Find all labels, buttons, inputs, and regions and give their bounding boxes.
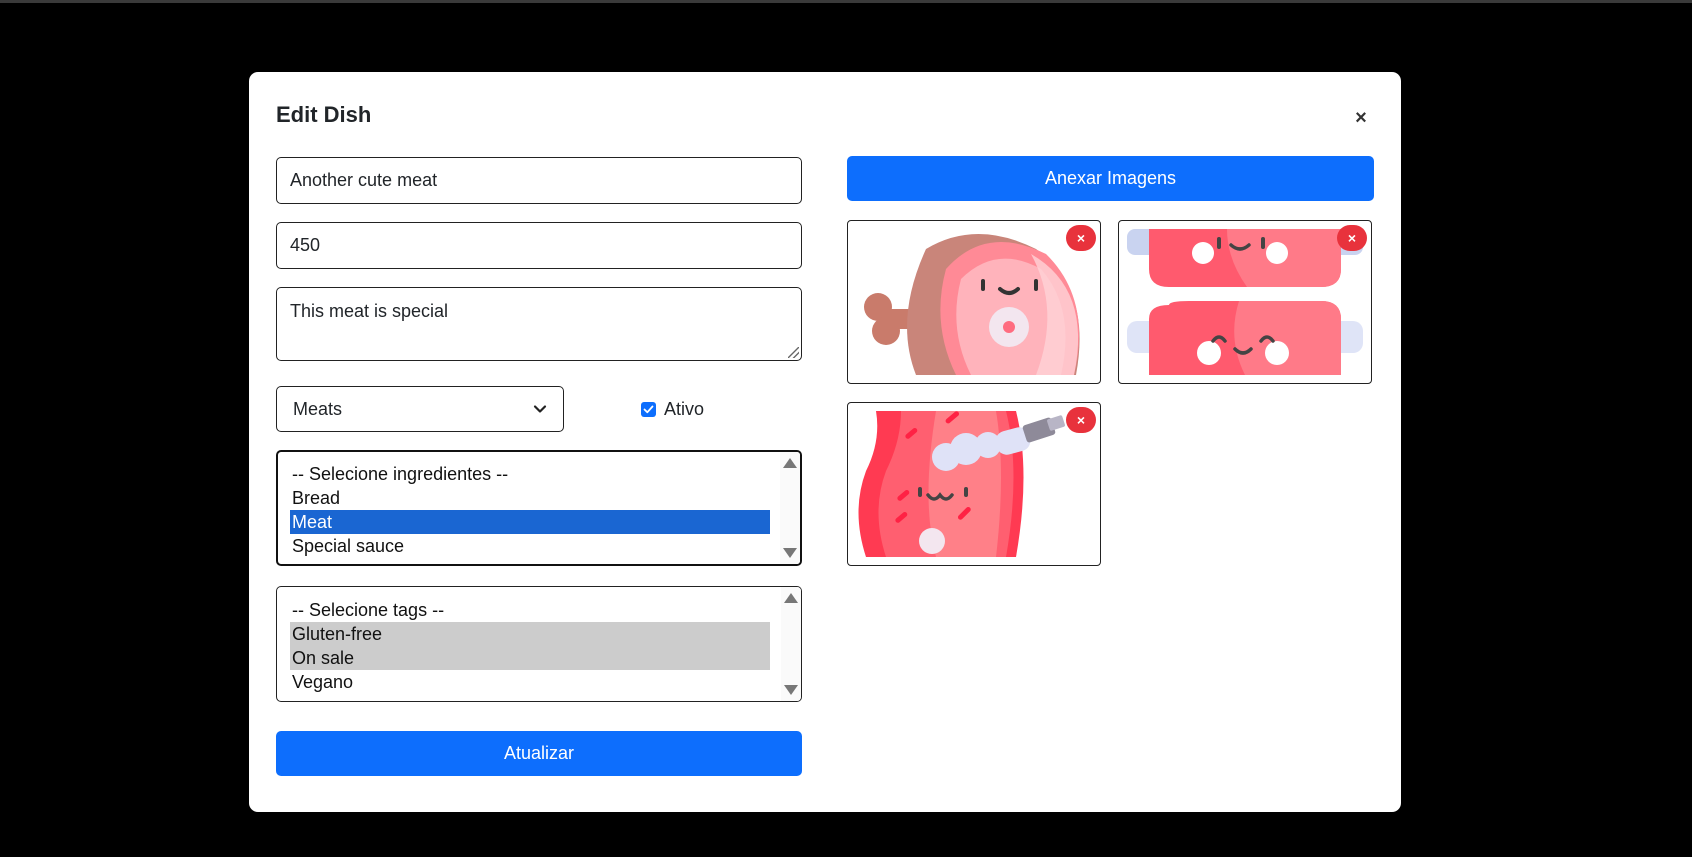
- category-select-value: Meats: [293, 398, 343, 419]
- tag-option[interactable]: Gluten-free: [290, 622, 770, 646]
- window-top-bar: [0, 0, 1692, 3]
- dish-image-thumbnail: ×: [847, 220, 1101, 384]
- dish-name-input[interactable]: [276, 157, 802, 204]
- check-icon: [643, 405, 654, 414]
- ingredients-multiselect[interactable]: -- Selecione ingredientes -- Bread Meat …: [276, 450, 802, 566]
- tags-scrollbar[interactable]: [781, 587, 801, 701]
- dish-description-textarea[interactable]: This meat is special: [276, 287, 802, 361]
- close-button[interactable]: ×: [1349, 106, 1373, 130]
- sausages-icon: [1127, 229, 1363, 375]
- ingredient-option[interactable]: Bread: [290, 486, 770, 510]
- steak-sauce-icon: [858, 411, 1065, 557]
- tags-multiselect[interactable]: -- Selecione tags -- Gluten-free On sale…: [276, 586, 802, 702]
- scroll-down-arrow-icon[interactable]: [784, 685, 798, 695]
- textarea-resize-handle[interactable]: [788, 347, 799, 358]
- dish-image-thumbnail: ×: [1118, 220, 1372, 384]
- scroll-up-arrow-icon[interactable]: [783, 458, 797, 468]
- ingredient-option[interactable]: Special sauce: [290, 534, 770, 558]
- modal-title: Edit Dish: [276, 102, 372, 127]
- active-checkbox[interactable]: [641, 402, 656, 417]
- tag-option[interactable]: On sale: [290, 646, 770, 670]
- active-toggle[interactable]: Ativo: [641, 399, 704, 420]
- scroll-up-arrow-icon[interactable]: [784, 593, 798, 603]
- ham-icon: [864, 234, 1080, 375]
- scroll-down-arrow-icon[interactable]: [783, 548, 797, 558]
- dish-image-thumbnail: ×: [847, 402, 1101, 566]
- ingredient-option[interactable]: -- Selecione ingredientes --: [290, 462, 770, 486]
- tag-option[interactable]: -- Selecione tags --: [290, 598, 770, 622]
- active-label: Ativo: [664, 399, 705, 419]
- remove-image-button[interactable]: ×: [1066, 225, 1096, 251]
- ingredients-scrollbar[interactable]: [780, 452, 800, 564]
- dish-price-input[interactable]: [276, 222, 802, 269]
- chevron-down-icon: [533, 405, 547, 413]
- remove-image-button[interactable]: ×: [1066, 407, 1096, 433]
- category-select[interactable]: Meats: [276, 386, 564, 432]
- ingredient-option[interactable]: Meat: [290, 510, 770, 534]
- remove-image-button[interactable]: ×: [1337, 225, 1367, 251]
- tag-option[interactable]: Vegano: [290, 670, 770, 694]
- update-button[interactable]: Atualizar: [276, 731, 802, 776]
- attach-images-button[interactable]: Anexar Imagens: [847, 156, 1374, 201]
- edit-dish-modal: Edit Dish × This meat is special Meats A…: [249, 72, 1401, 812]
